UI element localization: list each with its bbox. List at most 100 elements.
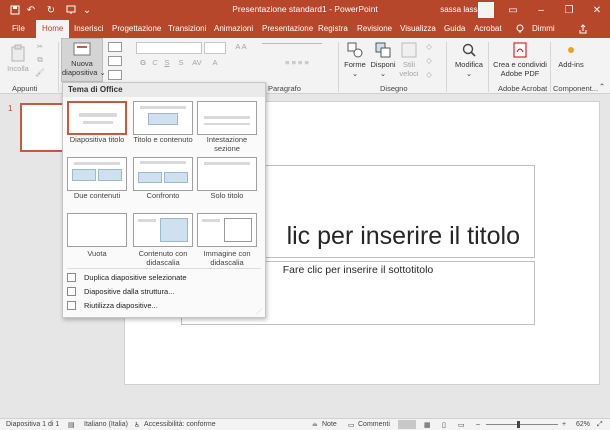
reset-icon[interactable] (108, 56, 122, 66)
vertical-scrollbar[interactable] (604, 95, 610, 417)
slide-sorter-icon[interactable]: ▦ (424, 421, 431, 429)
tab-view[interactable]: Visualizza (400, 20, 436, 38)
layout-content-caption[interactable] (133, 213, 193, 247)
paste-button[interactable]: Incolla (6, 44, 30, 73)
italic-icon[interactable]: C (150, 58, 160, 67)
duplicate-label: Duplica diapositive selezionate (84, 273, 187, 282)
zoom-slider[interactable] (486, 424, 558, 425)
layout-comparison[interactable] (133, 157, 193, 191)
font-size-combobox[interactable] (204, 42, 226, 54)
arrange-button[interactable]: Disponi ⌄ (370, 42, 396, 78)
layout-section-header[interactable] (197, 101, 257, 135)
cut-icon[interactable]: ✂ (34, 42, 46, 51)
tab-home[interactable]: Home (36, 20, 70, 38)
strikethrough-icon[interactable]: S (176, 58, 186, 67)
tab-transitions[interactable]: Transizioni (168, 20, 206, 38)
slide-counter: Diapositiva 1 di 1 (6, 421, 60, 428)
shape-fill-icon[interactable]: ◇ (424, 42, 434, 51)
outline-icon (67, 287, 76, 296)
layout-picture-caption[interactable] (197, 213, 257, 247)
tab-slideshow[interactable]: Presentazione (262, 20, 313, 38)
alignment-icon[interactable]: ≡ ≡ ≡ ≡ (272, 58, 322, 67)
collapse-ribbon-icon[interactable]: ⌃ (598, 82, 606, 91)
fit-to-window-icon[interactable]: ⤢ (597, 421, 603, 429)
tab-design[interactable]: Progettazione (112, 20, 161, 38)
bold-icon[interactable]: G (138, 58, 148, 67)
quick-styles-button[interactable]: Stili veloci (398, 42, 420, 78)
tab-file[interactable]: File (12, 20, 25, 38)
layout-icon[interactable] (108, 42, 122, 52)
accessibility-icon[interactable]: ♿ (134, 421, 140, 429)
tab-acrobat[interactable]: Acrobat (474, 20, 502, 38)
underline-icon[interactable]: S (162, 58, 172, 67)
group-paragraph-label: Paragrafo (268, 84, 301, 93)
tab-insert[interactable]: Inserisci (74, 20, 103, 38)
layout-title-only[interactable] (197, 157, 257, 191)
new-slide-button[interactable]: Nuova diapositiva ⌄ (61, 38, 106, 82)
title-placeholder-text: lic per inserire il titolo (286, 222, 520, 250)
paragraph-tools[interactable] (262, 43, 322, 53)
format-painter-icon[interactable]: 🖌 (34, 68, 46, 77)
share-icon[interactable] (578, 20, 590, 38)
font-color-icon[interactable]: A (208, 58, 222, 67)
tab-tell-me[interactable]: Dimmi (532, 20, 555, 38)
layout-blank[interactable] (67, 213, 127, 247)
tab-record[interactable]: Registra (318, 20, 348, 38)
reuse-slides-item[interactable]: Riutilizza diapositive... (67, 299, 158, 312)
duplicate-icon (67, 273, 76, 282)
grow-font-icon[interactable]: A A (232, 42, 250, 51)
shapes-button[interactable]: Forme ⌄ (344, 42, 366, 78)
new-slide-label-1: Nuova (71, 59, 93, 68)
comments-icon[interactable]: ▭ (348, 421, 355, 429)
zoom-in-button[interactable]: + (562, 421, 566, 428)
duplicate-slides-item[interactable]: Duplica diapositive selezionate (67, 271, 187, 284)
restore-icon[interactable]: ❐ (556, 0, 582, 20)
arrange-label: Disponi (370, 60, 396, 69)
zoom-level[interactable]: 62% (576, 421, 590, 428)
close-icon[interactable]: ✕ (584, 0, 610, 20)
tab-help[interactable]: Guida (444, 20, 465, 38)
layout-label: Diapositiva titolo (69, 135, 125, 144)
zoom-slider-thumb[interactable] (517, 421, 520, 428)
section-icon[interactable] (108, 70, 122, 80)
shape-outline-icon[interactable]: ◇ (424, 56, 434, 65)
layout-label: Solo titolo (210, 191, 244, 200)
menu-header: Tema di Office (63, 83, 265, 97)
ribbon-tabs: File Home Inserisci Progettazione Transi… (0, 20, 610, 38)
normal-view-icon[interactable] (398, 420, 416, 429)
tab-animations[interactable]: Animazioni (214, 20, 253, 38)
zoom-out-button[interactable]: – (476, 421, 480, 428)
language-status[interactable]: Italiano (Italia) (84, 421, 128, 428)
layout-label: Contenuto con didascalia (138, 249, 188, 267)
slide-thumbnail[interactable] (20, 103, 64, 152)
addins-label: Add-ins (558, 60, 584, 69)
group-clipboard-label: Appunti (12, 84, 38, 93)
group-acrobat-label: Adobe Acrobat (498, 84, 548, 93)
notes-button[interactable]: Note (322, 421, 337, 428)
user-name[interactable]: sassa lassa (440, 5, 482, 14)
shape-effects-icon[interactable]: ◇ (424, 70, 434, 79)
reading-view-icon[interactable]: ▯ (442, 421, 446, 429)
notes-icon[interactable]: ≐ (312, 421, 318, 429)
copy-icon[interactable]: ⧉ (34, 55, 46, 64)
layout-label: Intestazione sezione (206, 135, 248, 153)
layout-two-content[interactable] (67, 157, 127, 191)
accessibility-status[interactable]: Accessibilità: conforme (144, 421, 216, 428)
minimize-icon[interactable]: – (528, 0, 554, 20)
slideshow-view-icon[interactable]: ▭ (458, 421, 465, 429)
ribbon-display-icon[interactable]: ▭ (500, 0, 526, 20)
addins-button[interactable]: Add-ins (556, 42, 586, 69)
create-pdf-button[interactable]: Crea e condividi Adobe PDF (492, 42, 548, 78)
font-name-combobox[interactable] (136, 42, 202, 54)
layout-title-content[interactable] (133, 101, 193, 135)
tab-review[interactable]: Revisione (357, 20, 392, 38)
edit-button[interactable]: Modifica ⌄ (452, 42, 486, 78)
char-spacing-icon[interactable]: AV (190, 58, 204, 67)
slides-from-outline-item[interactable]: Diapositive dalla struttura... (67, 285, 174, 298)
spellcheck-icon[interactable]: ▤ (68, 421, 75, 429)
comments-button[interactable]: Commenti (358, 421, 390, 428)
layout-title-slide[interactable] (67, 101, 127, 135)
resize-grip-icon[interactable]: ⋰ (256, 308, 262, 315)
paste-label: Incolla (7, 64, 29, 73)
avatar[interactable] (478, 2, 494, 18)
